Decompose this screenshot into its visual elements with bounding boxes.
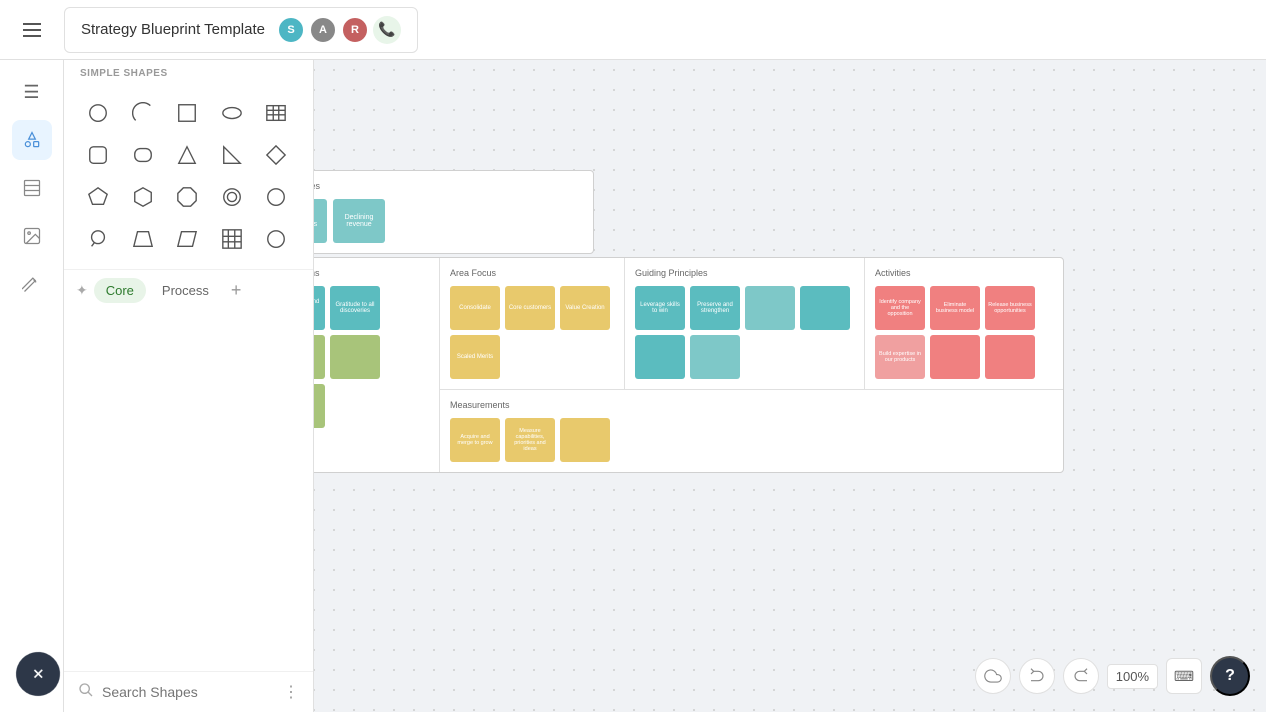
shape-grid[interactable]: [214, 221, 250, 257]
sticky-green2[interactable]: [330, 335, 380, 379]
search-bar: ⋮: [64, 671, 313, 712]
search-icon: [78, 682, 94, 702]
sticky-identify[interactable]: Identify company and the opposition: [875, 286, 925, 330]
activities-section: Activities Identify company and the oppo…: [865, 258, 1063, 389]
shape-table[interactable]: [258, 95, 294, 131]
doc-title: Strategy Blueprint Template: [81, 21, 265, 38]
sticky-preserve[interactable]: Preserve and strengthen: [690, 286, 740, 330]
shape-hexagon[interactable]: [125, 179, 161, 215]
measurements-stickies: Acquire and merge to grow Measure capabi…: [450, 418, 1053, 462]
sticky-eliminate[interactable]: Eliminate business model: [930, 286, 980, 330]
tab-star-icon: ✦: [76, 282, 88, 299]
help-button[interactable]: ?: [1210, 656, 1250, 696]
shape-right-triangle[interactable]: [214, 137, 250, 173]
sidebar: ☰: [0, 60, 64, 712]
avatars: S A R 📞: [277, 16, 401, 44]
area-focus-section: Area Focus Consolidate Core customers Va…: [440, 258, 625, 389]
sticky-build-expertise[interactable]: Build expertise in our products: [875, 335, 925, 379]
area-focus-stickies: Consolidate Core customers Value Creatio…: [450, 286, 614, 379]
sidebar-shapes-btn[interactable]: [12, 120, 52, 160]
sticky-measure[interactable]: Measure capabilities, priorities and ide…: [505, 418, 555, 462]
more-options-button[interactable]: ⋮: [283, 682, 299, 702]
sticky-gp5[interactable]: [635, 335, 685, 379]
sidebar-frame-btn[interactable]: [12, 168, 52, 208]
shape-rounded-rect[interactable]: [80, 137, 116, 173]
menu-button[interactable]: [16, 14, 48, 46]
shapes-tabs: ✦ Core Process +: [64, 269, 313, 311]
tab-core[interactable]: Core: [94, 278, 146, 303]
sticky-core-customers[interactable]: Core customers: [505, 286, 555, 330]
measurements-section: Measurements Acquire and merge to grow M…: [440, 390, 1063, 472]
shape-parallelogram[interactable]: [169, 221, 205, 257]
sidebar-draw-btn[interactable]: [12, 264, 52, 304]
sticky-release[interactable]: Release business opportunities: [985, 286, 1035, 330]
shape-trapezoid[interactable]: [125, 221, 161, 257]
shape-callout[interactable]: [80, 221, 116, 257]
sticky-gp3[interactable]: [745, 286, 795, 330]
search-input[interactable]: [102, 684, 275, 700]
shape-circle4[interactable]: [258, 221, 294, 257]
sticky-scaled-merits[interactable]: Scaled Merits: [450, 335, 500, 379]
measurements-label: Measurements: [450, 400, 1053, 410]
main-grid: Aspirations Beloved brand to our custome…: [264, 257, 1064, 473]
challenges-stickies: Losing customers Declining revenue: [275, 199, 583, 243]
sidebar-menu-btn[interactable]: ☰: [12, 72, 52, 112]
shape-squircle[interactable]: [125, 137, 161, 173]
sticky-value-creation[interactable]: Value Creation: [560, 286, 610, 330]
avatar-1: S: [277, 16, 305, 44]
guiding-principles-label: Guiding Principles: [635, 268, 854, 278]
sticky-declining-revenue[interactable]: Declining revenue: [333, 199, 385, 243]
zoom-level: 100%: [1107, 664, 1158, 689]
sticky-consolidate[interactable]: Consolidate: [450, 286, 500, 330]
doc-title-box: Strategy Blueprint Template S A R 📞: [64, 7, 418, 53]
shapes-panel: SIMPLE SHAPES: [64, 60, 314, 712]
shape-ellipse[interactable]: [214, 95, 250, 131]
sticky-gp6[interactable]: [690, 335, 740, 379]
shape-square[interactable]: [169, 95, 205, 131]
tab-process[interactable]: Process: [150, 278, 221, 303]
guiding-principles-section: Guiding Principles Leverage skills to wi…: [625, 258, 865, 389]
shape-triangle[interactable]: [169, 137, 205, 173]
avatar-3: R: [341, 16, 369, 44]
avatar-2: A: [309, 16, 337, 44]
topbar: Strategy Blueprint Template S A R 📞: [0, 0, 1266, 60]
shapes-grid: [64, 83, 313, 269]
shape-circle[interactable]: [80, 95, 116, 131]
call-button[interactable]: 📞: [373, 16, 401, 44]
activities-label: Activities: [875, 268, 1053, 278]
sticky-act6[interactable]: [985, 335, 1035, 379]
sidebar-image-btn[interactable]: [12, 216, 52, 256]
sticky-meas3[interactable]: [560, 418, 610, 462]
keyboard-button[interactable]: ⌨: [1166, 658, 1202, 694]
sticky-act5[interactable]: [930, 335, 980, 379]
undo-button[interactable]: [1019, 658, 1055, 694]
shape-pentagon[interactable]: [80, 179, 116, 215]
cloud-save-button[interactable]: [975, 658, 1011, 694]
shape-circle3[interactable]: [258, 179, 294, 215]
right-columns: Area Focus Consolidate Core customers Va…: [440, 258, 1063, 472]
diagram: Challenges Losing customers Declining re…: [264, 170, 1064, 473]
bottom-bar: 100% ⌨ ?: [975, 656, 1250, 696]
challenges-label: Challenges: [275, 181, 583, 191]
redo-button[interactable]: [1063, 658, 1099, 694]
top-row: Area Focus Consolidate Core customers Va…: [440, 258, 1063, 390]
area-focus-label: Area Focus: [450, 268, 614, 278]
shape-arc[interactable]: [125, 95, 161, 131]
shape-circle2[interactable]: [214, 179, 250, 215]
shape-octagon[interactable]: [169, 179, 205, 215]
sticky-gp4[interactable]: [800, 286, 850, 330]
menu-icon: [23, 23, 41, 37]
guiding-principles-stickies: Leverage skills to win Preserve and stre…: [635, 286, 854, 379]
sticky-acquire[interactable]: Acquire and merge to grow: [450, 418, 500, 462]
simple-shapes-label: SIMPLE SHAPES: [64, 60, 313, 83]
add-tab-button[interactable]: +: [225, 278, 248, 303]
shape-diamond[interactable]: [258, 137, 294, 173]
activities-stickies: Identify company and the opposition Elim…: [875, 286, 1053, 379]
sticky-leverage[interactable]: Leverage skills to win: [635, 286, 685, 330]
sticky-gratitude[interactable]: Gratitude to all discoveries: [330, 286, 380, 330]
